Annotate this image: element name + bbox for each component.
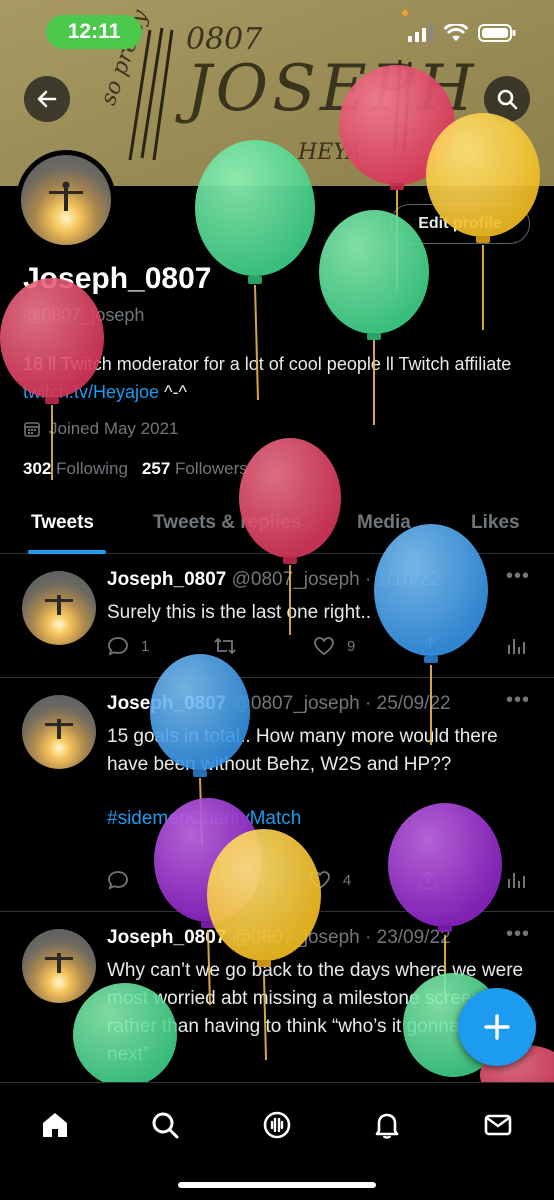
- tweet-body: 15 goals in total.. How many more would …: [107, 726, 498, 775]
- retweet-icon: [208, 871, 230, 889]
- arrow-left-icon: [37, 90, 57, 108]
- analytics-button[interactable]: [505, 869, 527, 891]
- heart-icon: [314, 637, 334, 656]
- calendar-icon: [24, 422, 40, 437]
- tweet-author[interactable]: Joseph_0807: [107, 569, 226, 590]
- tweet-author[interactable]: Joseph_0807: [107, 927, 226, 948]
- tweet-header: Joseph_0807 @0807_joseph · 23/09/22: [107, 927, 451, 949]
- following-link[interactable]: 302 Following: [23, 459, 128, 479]
- profile-handle: @0807_joseph: [23, 305, 145, 325]
- battery-icon: [478, 24, 516, 42]
- like-count: 9: [347, 637, 356, 655]
- retweet-button[interactable]: [207, 869, 243, 891]
- analytics-icon: [507, 873, 525, 888]
- reply-count: 1: [141, 637, 150, 655]
- bio-text: 18 ll Twitch moderator for a lot of cool…: [23, 354, 512, 374]
- spaces-icon: [263, 1111, 291, 1139]
- edit-profile-button[interactable]: Edit profile: [390, 204, 530, 244]
- active-tab-indicator: [28, 550, 106, 554]
- status-bar: 12:11: [0, 0, 554, 66]
- avatar-silhouette: [49, 181, 83, 211]
- nav-search[interactable]: [145, 1105, 185, 1145]
- nav-notifications[interactable]: [367, 1105, 407, 1145]
- followers-link[interactable]: 257 Followers: [142, 459, 248, 479]
- tweet-meta: @0807_joseph · 25/09/22: [226, 693, 451, 714]
- joined-label: Joined May 2021: [49, 419, 179, 438]
- tweet-header: Joseph_0807 @0807_joseph · 25/09/22: [107, 693, 451, 715]
- followers-label: Followers: [175, 459, 248, 478]
- messages-icon: [484, 1114, 512, 1136]
- like-button[interactable]: 4: [309, 869, 351, 891]
- tweet-header: Joseph_0807 @0807_joseph · 1/10/22: [107, 569, 440, 591]
- profile-display-name: Joseph_0807: [23, 262, 212, 295]
- search-button[interactable]: [484, 76, 530, 122]
- notifications-icon: [375, 1113, 399, 1139]
- home-indicator[interactable]: [178, 1182, 376, 1188]
- nav-spaces[interactable]: [257, 1105, 297, 1145]
- bio-link[interactable]: twitch.tv/Heyajoe: [23, 382, 159, 402]
- tab-likes[interactable]: Likes: [471, 512, 520, 534]
- tweet-actions: 4: [107, 869, 527, 891]
- follow-stats: 302 Following 257 Followers: [23, 459, 248, 479]
- reply-button[interactable]: 1: [107, 635, 149, 657]
- signal-icon: [408, 24, 433, 42]
- tweet[interactable]: Joseph_0807 @0807_joseph · 25/09/22 ••• …: [0, 679, 554, 912]
- analytics-button[interactable]: [505, 635, 527, 657]
- home-icon: [43, 1113, 67, 1137]
- plus-icon: [484, 1014, 510, 1040]
- following-label: Following: [56, 459, 128, 478]
- share-icon: [421, 636, 440, 655]
- profile-bio: 18 ll Twitch moderator for a lot of cool…: [23, 350, 543, 406]
- tweet-author[interactable]: Joseph_0807: [107, 693, 226, 714]
- back-button[interactable]: [24, 76, 70, 122]
- bio-suffix: ^-^: [159, 382, 187, 402]
- privacy-indicator: [402, 10, 408, 16]
- heart-icon: [309, 871, 330, 890]
- reply-icon: [108, 871, 128, 890]
- joined-date: Joined May 2021: [23, 419, 178, 439]
- wifi-icon: [444, 24, 468, 41]
- tweet-meta: @0807_joseph · 1/10/22: [226, 569, 441, 590]
- more-icon[interactable]: •••: [506, 923, 530, 946]
- status-time: 12:11: [46, 15, 142, 49]
- more-icon[interactable]: •••: [506, 689, 530, 712]
- profile-avatar[interactable]: [16, 150, 116, 250]
- tweet-actions: 1 9: [107, 635, 527, 657]
- reply-icon: [108, 637, 128, 656]
- followers-count: 257: [141, 459, 171, 478]
- tweet-avatar[interactable]: [22, 571, 96, 645]
- tweet-avatar[interactable]: [22, 929, 96, 1003]
- retweet-button[interactable]: [213, 635, 249, 657]
- reply-button[interactable]: [107, 869, 141, 891]
- system-icons: [408, 24, 516, 42]
- tweet[interactable]: Joseph_0807 @0807_joseph · 1/10/22 ••• S…: [0, 555, 554, 678]
- share-icon: [419, 870, 437, 889]
- like-count: 4: [342, 871, 352, 889]
- nav-messages[interactable]: [478, 1105, 518, 1145]
- share-button[interactable]: [419, 635, 441, 657]
- compose-tweet-button[interactable]: [458, 988, 536, 1066]
- retweet-icon: [214, 637, 236, 655]
- search-icon: [497, 89, 518, 110]
- tab-media[interactable]: Media: [357, 512, 411, 534]
- like-button[interactable]: 9: [313, 635, 355, 657]
- tweet-text: Surely this is the last one right..: [107, 602, 372, 623]
- nav-home[interactable]: [35, 1105, 75, 1145]
- search-icon: [152, 1112, 179, 1139]
- tab-tweets[interactable]: Tweets: [31, 512, 94, 534]
- tweet-avatar[interactable]: [22, 695, 96, 769]
- profile-tabs: Tweets Tweets & replies Media Likes: [0, 498, 554, 554]
- tweet-meta: @0807_joseph · 23/09/22: [226, 927, 451, 948]
- tab-tweets-replies[interactable]: Tweets & replies: [153, 512, 302, 534]
- tweet-text: 15 goals in total.. How many more would …: [107, 723, 527, 833]
- analytics-icon: [508, 639, 525, 654]
- tweet-hashtag[interactable]: #sidemenCharityMatch: [107, 805, 527, 833]
- share-button[interactable]: [417, 869, 439, 891]
- more-icon[interactable]: •••: [506, 565, 530, 588]
- following-count: 302: [23, 459, 52, 478]
